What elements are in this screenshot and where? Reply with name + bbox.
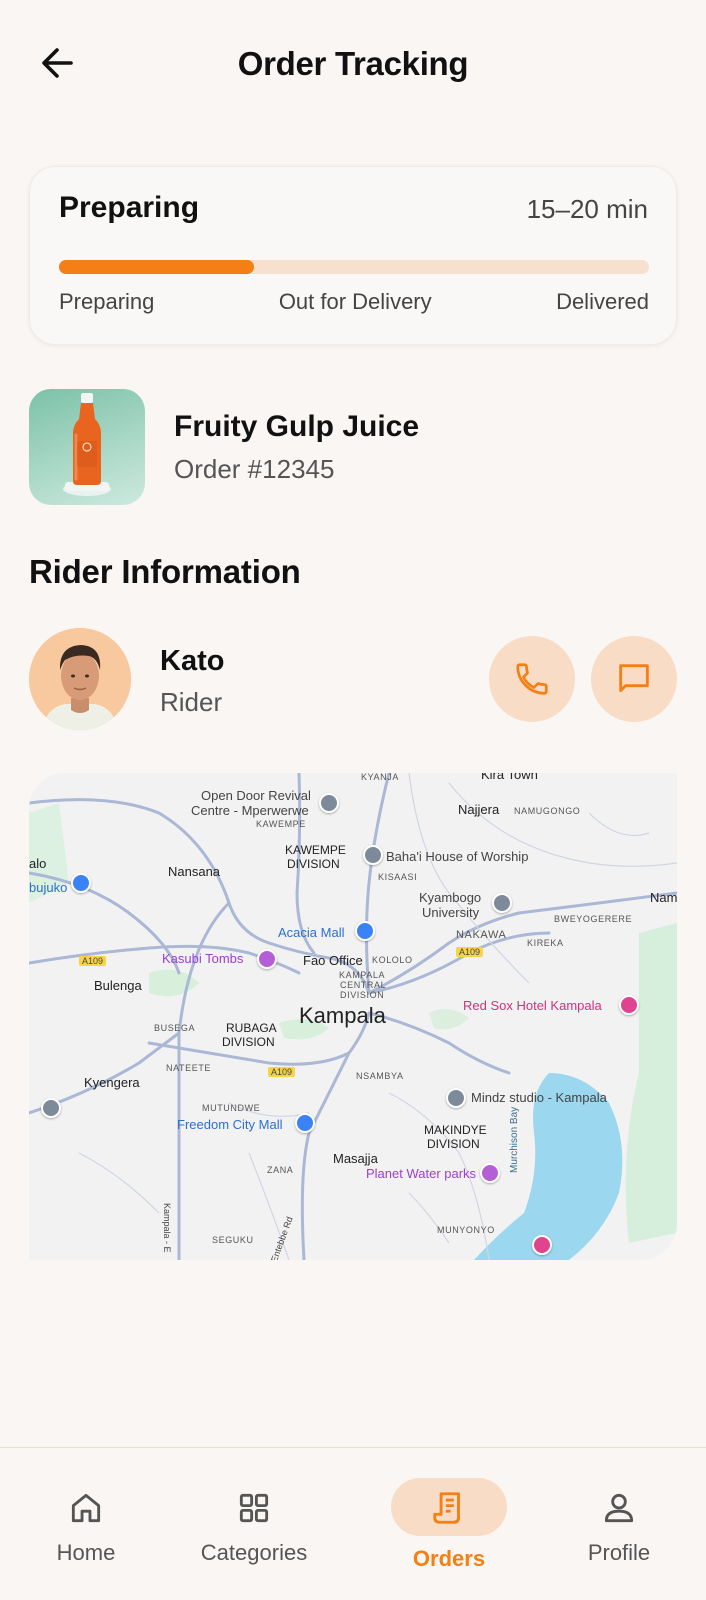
progress-track — [59, 260, 649, 274]
map-label-nansana: Nansana — [168, 864, 221, 879]
map-label-kyengera: Kyengera — [84, 1075, 140, 1090]
nav-label-profile: Profile — [587, 1540, 651, 1565]
map-label-kira-town: Kira Town — [481, 773, 538, 782]
map-label-kampala-rd: Kampala - E — [162, 1203, 172, 1253]
rider-role: Rider — [160, 687, 223, 717]
rider-section-title: Rider Information — [29, 553, 301, 590]
map-label-a109-2: A109 — [456, 947, 484, 957]
nav-label-orders: Orders — [412, 1546, 486, 1571]
rider-avatar — [29, 628, 131, 730]
pin-icon — [41, 1098, 61, 1118]
step-out-for-delivery: Out for Delivery — [278, 289, 432, 314]
map-label-kawempe-div-1: KAWEMPE — [285, 843, 346, 857]
home-icon — [66, 1488, 106, 1528]
receipt-icon — [429, 1488, 469, 1528]
map-label-mutundwe: MUTUNDWE — [202, 1103, 261, 1113]
map-label-bweyogerere: BWEYOGERERE — [554, 914, 633, 924]
map-label-munyonyo: MUNYONYO — [437, 1225, 495, 1235]
nav-categories[interactable]: Categories — [184, 1448, 324, 1600]
map-label-nsambya: NSAMBYA — [356, 1071, 404, 1081]
map-label-acacia: Acacia Mall — [278, 925, 345, 940]
map-label-kisaasi: KISAASI — [378, 872, 418, 882]
map-label-kyanja: KYANJA — [361, 773, 399, 782]
map-label-freedom: Freedom City Mall — [177, 1117, 283, 1132]
map-label-seguku: SEGUKU — [212, 1235, 254, 1245]
map-label-nateete: NATEETE — [166, 1063, 212, 1073]
map-label-open-door-1: Open Door Revival — [201, 788, 311, 803]
map-label-namugongo: NAMUGONGO — [514, 806, 581, 816]
map-label-fao: Fao Office — [303, 953, 363, 968]
map-label-kololo: KOLOLO — [372, 955, 413, 965]
map-label-najjera: Najjera — [458, 802, 500, 817]
status-title: Preparing — [59, 191, 200, 224]
nav-label-home: Home — [56, 1540, 116, 1565]
order-number: Order #12345 — [174, 454, 335, 484]
eta-label: 15–20 min — [526, 194, 648, 224]
app-header: Order Tracking — [0, 0, 706, 130]
map-label-kawempe-div-2: DIVISION — [287, 857, 340, 871]
map-label-zana: ZANA — [267, 1165, 294, 1175]
step-delivered: Delivered — [556, 289, 649, 314]
map-label-rubaga-2: DIVISION — [222, 1035, 275, 1049]
map-label-kyambogo-2: University — [422, 905, 480, 920]
map-label-nakawa: NAKAWA — [456, 929, 507, 941]
grid-icon — [234, 1488, 274, 1528]
shopping-pin-icon — [295, 1113, 315, 1133]
phone-icon — [516, 663, 548, 695]
map-label-bujuko: bujuko — [29, 880, 68, 895]
map-label-kyambogo-1: Kyambogo — [419, 890, 482, 905]
pin-icon — [319, 793, 339, 813]
map-label-busega: BUSEGA — [154, 1023, 196, 1033]
product-name: Fruity Gulp Juice — [174, 410, 420, 443]
delivery-map[interactable]: KYANJA Kira Town Open Door Revival Centr… — [29, 773, 677, 1260]
map-label-murchison: Murchison Bay — [509, 1106, 520, 1173]
map-label-a109-1: A109 — [79, 956, 107, 966]
map-label-city: Kampala — [299, 1003, 386, 1028]
shopping-pin-icon — [355, 921, 375, 941]
map-label-kampala-central-3: DIVISION — [340, 990, 385, 1000]
park-pin-icon — [480, 1163, 500, 1183]
page-title: Order Tracking — [237, 45, 469, 82]
rider-name: Kato — [160, 645, 225, 677]
map-label-bahai: Baha'i House of Worship — [386, 849, 529, 864]
step-preparing: Preparing — [59, 289, 155, 314]
hotel-pin-icon — [619, 995, 639, 1015]
nav-label-categories: Categories — [200, 1540, 308, 1565]
shopping-pin-icon — [71, 873, 91, 893]
order-status-card: Preparing 15–20 min Preparing Out for De… — [29, 166, 677, 345]
chat-icon — [619, 664, 649, 693]
message-rider-button[interactable] — [591, 636, 677, 722]
bottom-navigation: Home Categories Orders Profile — [0, 1447, 706, 1600]
pin-icon — [446, 1088, 466, 1108]
pin-icon — [363, 845, 383, 865]
user-icon — [599, 1488, 639, 1528]
map-label-makindye-1: MAKINDYE — [424, 1123, 487, 1137]
map-label-kasubi: Kasubi Tombs — [162, 951, 244, 966]
map-label-kawempe-small: KAWEMPE — [256, 819, 306, 829]
map-label-alo: alo — [29, 856, 47, 871]
map-label-kampala-central-1: KAMPALA — [339, 970, 386, 980]
call-rider-button[interactable] — [489, 636, 575, 722]
map-label-nam: Nam — [650, 890, 677, 905]
map-label-mindz: Mindz studio - Kampala — [471, 1090, 607, 1105]
progress-steps: Preparing Out for Delivery Delivered — [59, 289, 649, 315]
school-pin-icon — [492, 893, 512, 913]
map-label-bulenga: Bulenga — [94, 978, 142, 993]
map-label-masajja: Masajja — [333, 1151, 378, 1166]
nav-home[interactable]: Home — [36, 1448, 136, 1600]
map-label-kireka: KIREKA — [527, 938, 564, 948]
map-label-makindye-2: DIVISION — [427, 1137, 480, 1151]
nav-profile[interactable]: Profile — [568, 1448, 670, 1600]
restaurant-pin-icon — [532, 1235, 552, 1255]
map-label-rubaga-1: RUBAGA — [226, 1021, 277, 1035]
map-label-planet: Planet Water parks — [366, 1166, 477, 1181]
map-label-a109-3: A109 — [268, 1067, 296, 1077]
map-label-open-door-2: Centre - Mperwerwe — [191, 803, 309, 818]
map-label-kampala-central-2: CENTRAL — [340, 980, 387, 990]
progress-fill — [59, 260, 254, 274]
product-image — [29, 389, 145, 505]
map-label-red-sox: Red Sox Hotel Kampala — [463, 998, 602, 1013]
nav-orders[interactable]: Orders — [389, 1448, 509, 1600]
museum-pin-icon — [257, 949, 277, 969]
